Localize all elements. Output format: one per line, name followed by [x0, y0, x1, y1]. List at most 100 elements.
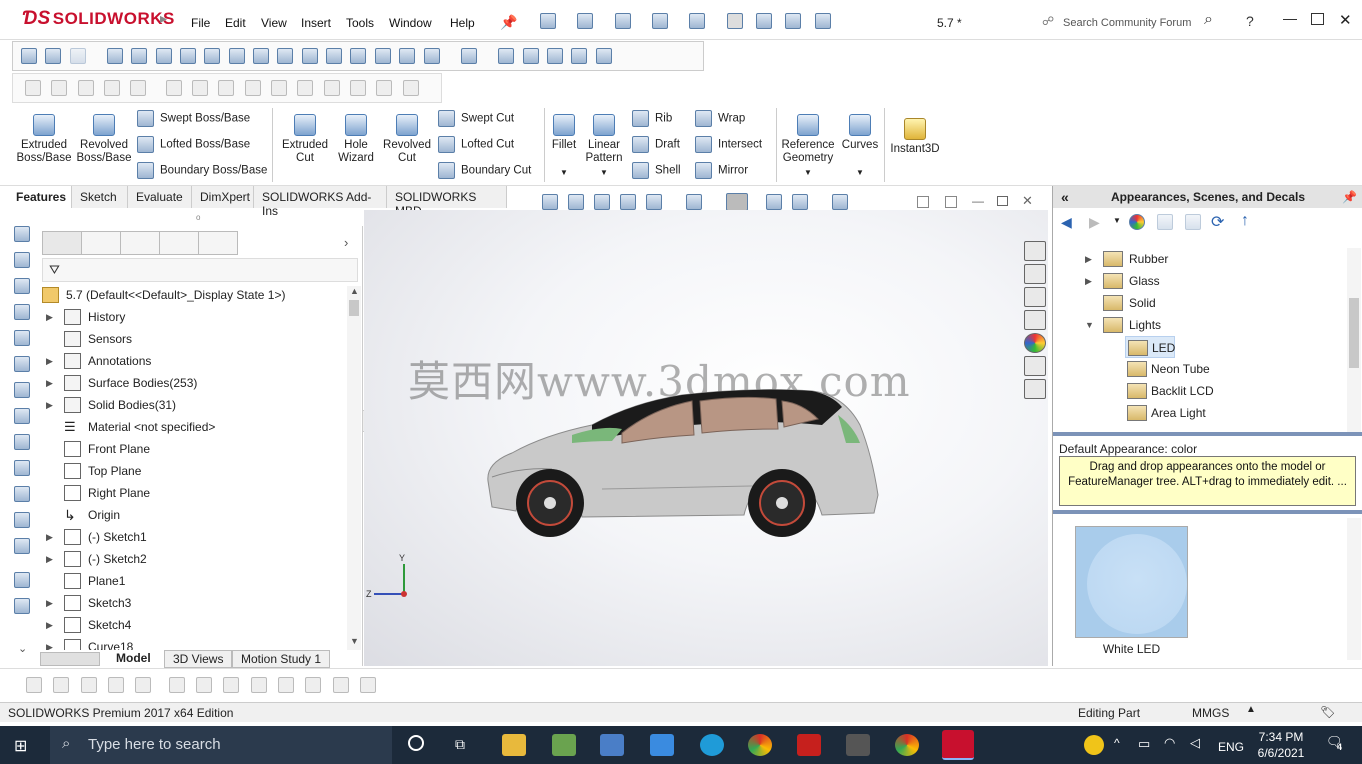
hole-wizard-button[interactable]: Hole Wizard [330, 108, 382, 165]
tree-item-origin[interactable]: ↳ Origin [42, 504, 347, 526]
light-led[interactable]: LED [1125, 336, 1175, 358]
draft-button[interactable]: Draft [632, 136, 680, 153]
boundary-cut-button[interactable]: Boundary Cut [438, 162, 531, 179]
language-indicator[interactable]: ENG [1218, 740, 1244, 754]
view-palette-icon[interactable] [1024, 310, 1046, 330]
up-arrow-icon[interactable]: ↑ [1241, 212, 1249, 230]
scrollbar-thumb[interactable] [349, 300, 359, 316]
help-tray-icon[interactable] [1084, 735, 1104, 755]
tab-scroll-buttons[interactable] [40, 652, 100, 666]
revolve-icon[interactable] [14, 252, 30, 268]
paste-icon[interactable] [69, 48, 86, 64]
menu-help[interactable]: Help [450, 16, 475, 30]
tree-filter[interactable]: ⛛ [42, 258, 358, 282]
tile-left-icon[interactable] [917, 196, 929, 208]
line-icon[interactable] [53, 677, 70, 693]
linear-pattern-button[interactable]: Linear Pattern ▼ [582, 108, 626, 179]
taskbar-search[interactable]: ⌕ Type here to search [50, 726, 392, 764]
costing-icon[interactable] [571, 48, 588, 64]
chrome-icon[interactable] [748, 734, 772, 756]
geometry-analysis-icon[interactable] [277, 48, 294, 64]
tree-item-sketch2[interactable]: ▶ (-) Sketch2 [42, 548, 347, 570]
menu-tools[interactable]: Tools [346, 16, 374, 30]
wifi-icon[interactable]: ◠ [1164, 735, 1175, 751]
help-icon[interactable]: ? [1246, 13, 1254, 29]
viewport-minimize-button[interactable]: — [972, 194, 984, 208]
tab-motion-study-1[interactable]: Motion Study 1 [232, 650, 331, 668]
boundary-icon[interactable] [14, 330, 30, 346]
search-icon[interactable]: ⌕ [1204, 11, 1213, 29]
menu-window[interactable]: Window [389, 16, 432, 30]
toolbar-icon[interactable] [323, 80, 340, 96]
tree-item-right-plane[interactable]: Right Plane [42, 482, 347, 504]
toolbar-icon[interactable] [165, 80, 182, 96]
solidworks-active-icon[interactable] [942, 730, 974, 760]
revolved-cut-button[interactable]: Revolved Cut [380, 108, 434, 165]
revolved-boss-button[interactable]: Revolved Boss/Base [74, 108, 134, 165]
shell-button[interactable]: Shell [632, 162, 681, 179]
previous-view-icon[interactable] [594, 194, 610, 210]
select-arrow-icon[interactable] [726, 13, 743, 29]
pin-icon[interactable]: 📌 [1342, 186, 1357, 208]
new-document-icon[interactable] [540, 13, 556, 29]
reference-geometry-button[interactable]: Reference Geometry ▼ [778, 108, 838, 179]
chevron-right-icon[interactable]: ▸ [160, 10, 167, 27]
car-model[interactable] [482, 385, 882, 545]
tab-solidworks-addins[interactable]: SOLIDWORKS Add-Ins [254, 186, 387, 218]
appearance-add-icon[interactable] [1129, 214, 1145, 230]
lofted-cut-button[interactable]: Lofted Cut [438, 136, 514, 153]
tab-property-manager[interactable] [81, 231, 121, 255]
tree-item-front-plane[interactable]: Front Plane [42, 438, 347, 460]
task-view-icon[interactable]: ⧉ [455, 736, 465, 753]
forward-icon[interactable]: ▶ [1089, 214, 1100, 231]
tree-item-curve18[interactable]: ▶ Curve18 [42, 636, 347, 650]
tree-item-annotations[interactable]: ▶ Annotations [42, 350, 347, 372]
feature-tree-scrollbar[interactable]: ▲ ▼ [347, 286, 361, 650]
trim-icon[interactable] [108, 677, 125, 693]
fillet-icon[interactable] [14, 356, 30, 372]
store-icon[interactable] [600, 734, 624, 756]
display-style-icon[interactable] [726, 193, 748, 211]
angle-icon[interactable] [360, 677, 377, 693]
convert-icon[interactable] [135, 677, 152, 693]
toolbar-icon[interactable] [297, 80, 314, 96]
intersect-button[interactable]: Intersect [695, 136, 762, 153]
circle-icon[interactable] [80, 677, 97, 693]
instant3d-button[interactable]: Instant3D [888, 112, 942, 156]
custom-properties-icon[interactable] [1024, 356, 1046, 376]
viewport-restore-button[interactable] [997, 196, 1008, 206]
check-icon[interactable] [253, 48, 270, 64]
thickness-icon[interactable] [399, 48, 416, 64]
undo-icon[interactable] [689, 13, 706, 29]
mirror-icon[interactable] [196, 677, 213, 693]
tab-evaluate[interactable]: Evaluate [128, 186, 192, 208]
thumbnail-scrollbar[interactable] [1347, 518, 1361, 660]
swept-cut-button[interactable]: Swept Cut [438, 110, 514, 127]
pattern-icon[interactable] [14, 512, 30, 528]
offset-icon[interactable] [168, 677, 185, 693]
menu-file[interactable]: File [191, 16, 210, 30]
compare-icon[interactable] [460, 48, 477, 64]
tags-icon[interactable]: 🏷 [1320, 705, 1335, 719]
folder-icon[interactable] [1185, 214, 1201, 230]
wrap-button[interactable]: Wrap [695, 110, 745, 127]
tab-configuration-manager[interactable] [120, 231, 160, 255]
draft-analysis-icon[interactable] [350, 48, 367, 64]
swept-boss-button[interactable]: Swept Boss/Base [137, 110, 250, 127]
print-icon[interactable] [652, 13, 669, 29]
edge-icon[interactable] [700, 734, 724, 756]
close-button[interactable]: ✕ [1339, 11, 1352, 29]
solidworks-logo[interactable]: ƊS SOLIDWORKS [22, 8, 175, 30]
toolbar-icon[interactable] [192, 80, 209, 96]
file-properties-icon[interactable] [785, 13, 802, 29]
splitter[interactable] [1053, 510, 1362, 514]
menu-insert[interactable]: Insert [301, 16, 331, 30]
maximize-button[interactable] [1311, 13, 1324, 25]
splitter-handle[interactable]: o [196, 213, 200, 222]
section-properties-icon[interactable] [180, 48, 197, 64]
move-copy-icon[interactable] [14, 572, 30, 588]
extruded-cut-button[interactable]: Extruded Cut [278, 108, 332, 165]
menu-view[interactable]: View [261, 16, 287, 30]
appearance-tree-scrollbar[interactable] [1347, 248, 1361, 432]
toolbar-icon[interactable] [244, 80, 261, 96]
